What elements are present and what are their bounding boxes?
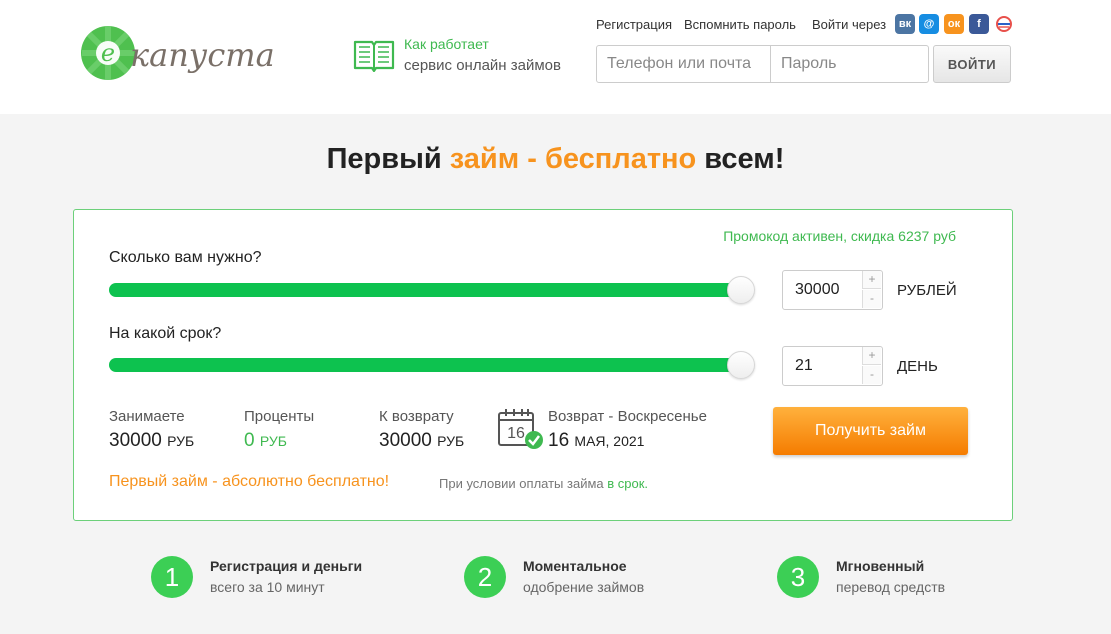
return-date-label: Возврат - Воскресенье — [548, 408, 707, 425]
free-loan-note: Первый займ - абсолютно бесплатно! — [109, 473, 390, 490]
return-label: К возврату — [379, 408, 454, 425]
logo-text: капуста — [130, 36, 275, 74]
feature-title: Мгновенный — [836, 558, 925, 574]
feature-subtitle: всего за 10 минут — [210, 579, 325, 595]
gosuslugi-icon[interactable] — [994, 14, 1014, 34]
remind-password-link[interactable]: Вспомнить пароль — [684, 17, 796, 32]
term-increase-button[interactable]: + — [862, 347, 881, 365]
logo[interactable]: e капуста — [78, 22, 278, 82]
register-link[interactable]: Регистрация — [596, 17, 672, 32]
cabbage-leaf-icon: e — [81, 26, 135, 80]
calendar-icon: 16 — [498, 409, 543, 449]
feature-number-badge: 3 — [777, 556, 819, 598]
calendar-day: 16 — [507, 425, 525, 442]
amount-unit: РУБЛЕЙ — [897, 282, 957, 299]
login-via-label: Войти через — [812, 17, 887, 32]
site-header: e капуста Как работает сервис онлайн зай… — [0, 0, 1111, 114]
odnoklassniki-icon[interactable]: ок — [944, 14, 964, 34]
interest-label: Проценты — [244, 408, 315, 425]
feature-title: Регистрация и деньги — [210, 558, 363, 574]
term-label: На какой срок? — [109, 325, 222, 342]
open-book-icon — [353, 40, 395, 72]
phone-email-input[interactable] — [597, 46, 770, 82]
interest-value: 0 РУБ — [244, 430, 287, 451]
amount-input[interactable] — [783, 271, 861, 309]
gosuslugi-emblem-icon — [996, 16, 1012, 32]
facebook-icon[interactable]: f — [969, 14, 989, 34]
feature-number-badge: 2 — [464, 556, 506, 598]
promo-status: Промокод активен, скидка 6237 руб — [723, 228, 956, 244]
feature-subtitle: перевод средств — [836, 579, 946, 595]
amount-label: Сколько вам нужно? — [109, 249, 262, 266]
on-time-link[interactable]: в срок. — [607, 476, 648, 491]
login-button[interactable]: ВОЙТИ — [933, 45, 1011, 83]
mailru-icon[interactable]: @ — [919, 14, 939, 34]
password-input[interactable] — [771, 46, 928, 82]
return-value: 30000 РУБ — [379, 430, 465, 451]
amount-increase-button[interactable]: + — [862, 271, 881, 289]
how-it-works-subtitle: сервис онлайн займов — [404, 57, 561, 74]
return-date-value: 16 МАЯ, 2021 — [548, 430, 645, 451]
page-title: Первый займ - бесплатно всем! — [0, 143, 1111, 176]
title-highlight: займ - бесплатно — [449, 143, 697, 175]
amount-decrease-button[interactable]: - — [862, 290, 881, 308]
feature-number-badge: 1 — [151, 556, 193, 598]
get-loan-button[interactable]: Получить займ — [773, 407, 968, 455]
title-part-1: Первый — [326, 143, 450, 175]
title-part-3: всем! — [696, 143, 785, 175]
vk-icon[interactable]: вк — [895, 14, 915, 34]
feature-subtitle: одобрение займов — [523, 579, 645, 595]
borrow-label: Занимаете — [109, 408, 185, 425]
term-slider-handle[interactable] — [727, 351, 755, 379]
login-form — [596, 45, 929, 83]
term-decrease-button[interactable]: - — [862, 366, 881, 384]
term-unit: ДЕНЬ — [897, 358, 938, 375]
amount-slider-handle[interactable] — [727, 276, 755, 304]
term-input[interactable] — [783, 347, 861, 385]
borrow-value: 30000 РУБ — [109, 430, 195, 451]
feature-title: Моментальное — [523, 558, 627, 574]
term-stepper: + - — [782, 346, 883, 386]
how-it-works-link[interactable]: Как работает сервис онлайн займов — [353, 34, 583, 78]
condition-note: При условии оплаты займа в срок. — [439, 476, 649, 491]
how-it-works-title: Как работает — [404, 36, 489, 52]
svg-text:e: e — [101, 39, 115, 67]
term-slider-track[interactable] — [109, 358, 741, 372]
loan-calculator: Промокод активен, скидка 6237 руб Скольк… — [73, 209, 1013, 521]
amount-slider-track[interactable] — [109, 283, 741, 297]
amount-stepper: + - — [782, 270, 883, 310]
